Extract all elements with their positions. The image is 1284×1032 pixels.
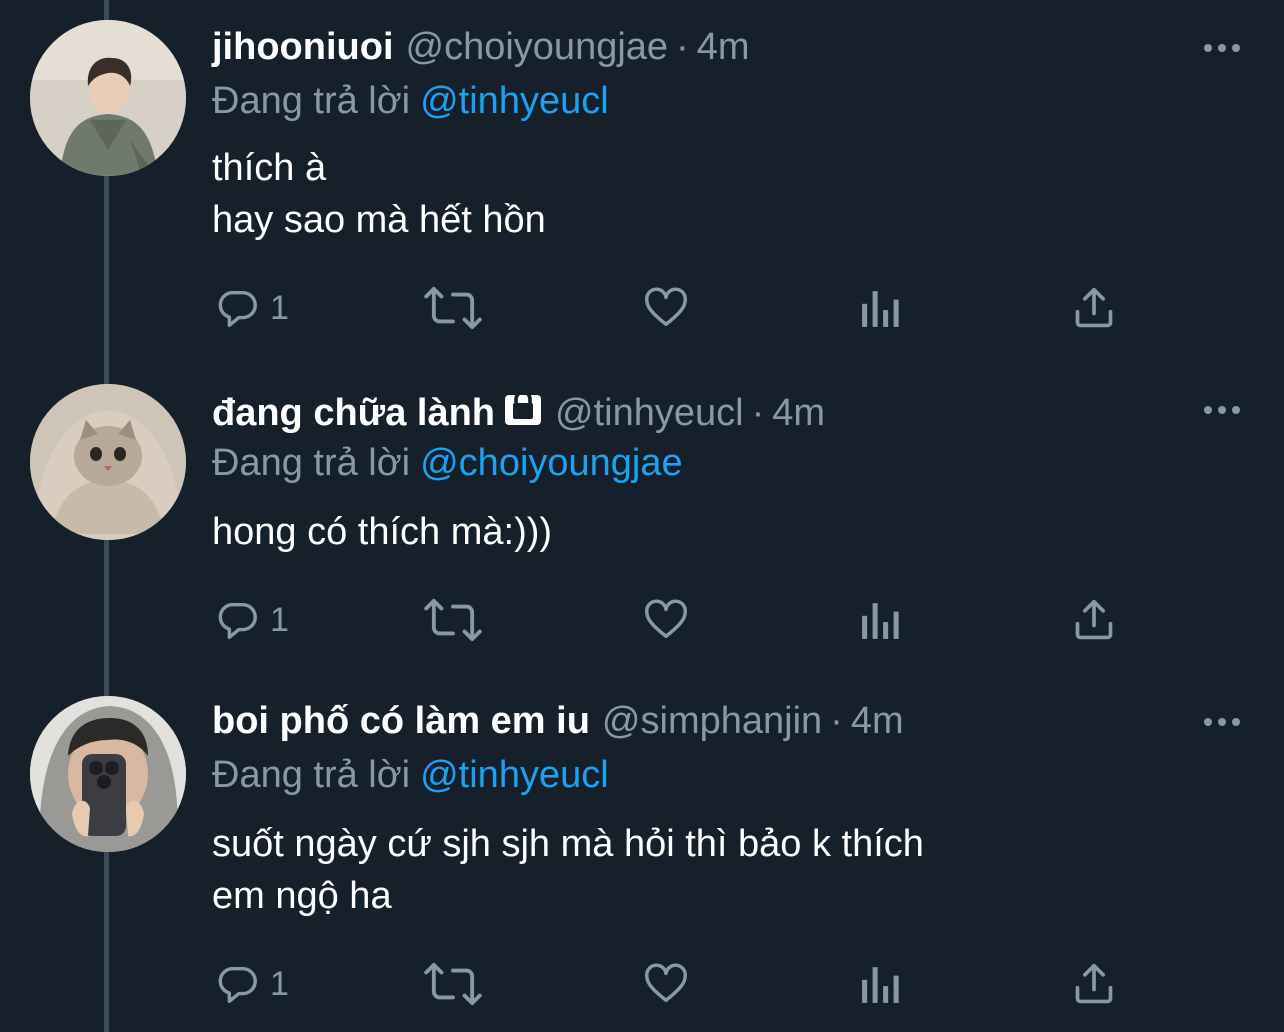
- mention-link[interactable]: @tinhyeucl: [420, 754, 609, 796]
- replying-to: Đang trả lời @tinhyeucl: [212, 750, 609, 800]
- mention-link[interactable]: @choiyoungjae: [420, 442, 683, 484]
- analytics-button[interactable]: [860, 954, 902, 1014]
- analytics-icon: [862, 603, 899, 639]
- heart-icon: [645, 963, 687, 1003]
- replying-to-label: Đang trả lời: [212, 80, 411, 122]
- heart-icon: [645, 599, 687, 639]
- more-icon[interactable]: [1196, 710, 1248, 734]
- person-avatar-image: [30, 20, 186, 176]
- tweet-text: thích à hay sao mà hết hồn: [212, 142, 546, 246]
- tweet-text-line: thích à: [212, 147, 327, 189]
- tweet-header: đang chữa lành @tinhyeucl · 4m: [212, 388, 825, 438]
- reply-icon: [218, 966, 257, 1003]
- analytics-button[interactable]: [860, 278, 902, 338]
- timestamp[interactable]: 4m: [851, 700, 904, 742]
- reply-button[interactable]: 1: [214, 954, 289, 1014]
- more-icon[interactable]: [1196, 398, 1248, 422]
- avatar[interactable]: [30, 696, 186, 852]
- user-handle[interactable]: @choiyoungjae: [406, 26, 669, 68]
- reply-count: 1: [270, 288, 289, 327]
- replying-to: Đang trả lời @choiyoungjae: [212, 438, 683, 488]
- avatar[interactable]: [30, 20, 186, 176]
- lock-icon: [505, 390, 541, 425]
- user-handle[interactable]: @tinhyeucl: [555, 392, 744, 434]
- retweet-icon: [424, 962, 482, 1006]
- share-button[interactable]: [1072, 590, 1116, 650]
- share-icon: [1075, 287, 1113, 328]
- mirror-selfie-avatar-image: [30, 696, 186, 852]
- analytics-icon: [862, 291, 899, 327]
- avatar[interactable]: [30, 384, 186, 540]
- tweet-text-line: suốt ngày cứ sjh sjh mà hỏi thì bảo k th…: [212, 823, 924, 865]
- share-button[interactable]: [1072, 278, 1116, 338]
- tweet-actions: 1: [0, 278, 1284, 338]
- retweet-button[interactable]: [424, 954, 482, 1014]
- tweet-text-line: hay sao mà hết hồn: [212, 199, 546, 241]
- tweet-text: hong có thích mà:))): [212, 506, 552, 558]
- reply-count: 1: [270, 600, 289, 639]
- analytics-button[interactable]: [860, 590, 902, 650]
- replying-to-label: Đang trả lời: [212, 442, 411, 484]
- display-name[interactable]: đang chữa lành: [212, 392, 495, 434]
- mention-link[interactable]: @tinhyeucl: [420, 80, 609, 122]
- retweet-icon: [424, 598, 482, 642]
- reply-count: 1: [270, 964, 289, 1003]
- timestamp[interactable]: 4m: [772, 392, 825, 434]
- separator-dot: ·: [676, 26, 689, 68]
- display-name[interactable]: jihooniuoi: [212, 26, 394, 68]
- separator-dot: ·: [830, 700, 843, 742]
- display-name[interactable]: boi phố có làm em iu: [212, 700, 590, 742]
- replying-to: Đang trả lời @tinhyeucl: [212, 76, 609, 126]
- retweet-button[interactable]: [424, 278, 482, 338]
- tweet-text: suốt ngày cứ sjh sjh mà hỏi thì bảo k th…: [212, 818, 924, 922]
- share-icon: [1075, 599, 1113, 640]
- tweet-actions: 1: [0, 590, 1284, 650]
- replying-to-label: Đang trả lời: [212, 754, 411, 796]
- more-icon[interactable]: [1196, 36, 1248, 60]
- reply-icon: [218, 602, 257, 639]
- reply-icon: [218, 290, 257, 327]
- separator-dot: ·: [751, 392, 765, 434]
- share-icon: [1075, 963, 1113, 1004]
- user-handle[interactable]: @simphanjin: [602, 700, 822, 742]
- reply-button[interactable]: 1: [214, 590, 289, 650]
- heart-icon: [645, 287, 687, 327]
- tweet-actions: 1: [0, 954, 1284, 1014]
- like-button[interactable]: [642, 954, 690, 1014]
- like-button[interactable]: [642, 278, 690, 338]
- timestamp[interactable]: 4m: [697, 26, 750, 68]
- retweet-icon: [424, 286, 482, 330]
- tweet-header: jihooniuoi @choiyoungjae · 4m: [212, 22, 750, 72]
- retweet-button[interactable]: [424, 590, 482, 650]
- reply-button[interactable]: 1: [214, 278, 289, 338]
- like-button[interactable]: [642, 590, 690, 650]
- tweet-text-line: hong có thích mà:))): [212, 511, 553, 553]
- analytics-icon: [862, 967, 899, 1003]
- tweet-text-line: em ngộ ha: [212, 875, 392, 917]
- tweet-header: boi phố có làm em iu @simphanjin · 4m: [212, 696, 904, 746]
- share-button[interactable]: [1072, 954, 1116, 1014]
- cat-avatar-image: [30, 384, 186, 540]
